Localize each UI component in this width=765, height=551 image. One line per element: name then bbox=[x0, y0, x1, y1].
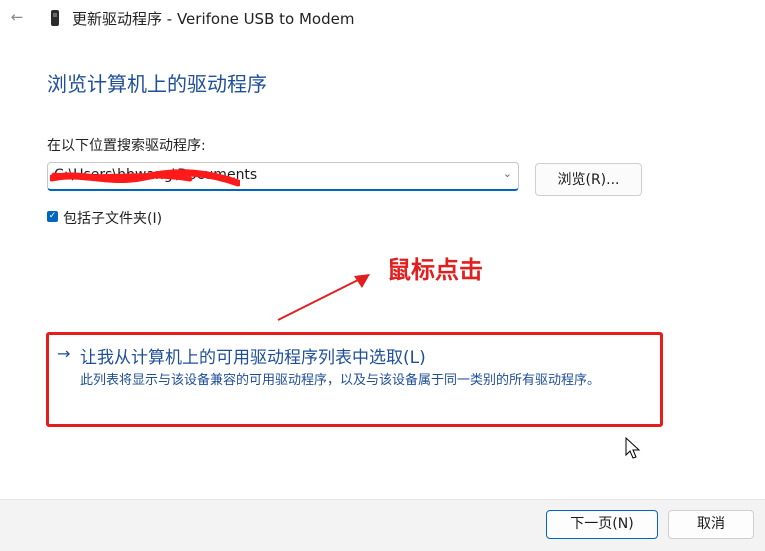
redaction-scribble bbox=[50, 169, 240, 187]
window-title: 更新驱动程序 - Verifone USB to Modem bbox=[72, 10, 355, 28]
pick-from-list-link[interactable]: 让我从计算机上的可用驱动程序列表中选取(L) bbox=[80, 343, 426, 368]
pick-from-list-description: 此列表将显示与该设备兼容的可用驱动程序，以及与该设备属于同一类别的所有驱动程序。 bbox=[80, 373, 601, 388]
search-location-label: 在以下位置搜索驱动程序: bbox=[47, 138, 206, 154]
page-title: 浏览计算机上的驱动程序 bbox=[47, 72, 267, 96]
driver-path-combobox[interactable]: C:\Users\hbwang\Documents ⌄ bbox=[47, 162, 519, 191]
annotation-label: 鼠标点击 bbox=[387, 256, 483, 284]
include-subfolders-label[interactable]: 包括子文件夹(I) bbox=[63, 208, 162, 228]
chevron-down-icon[interactable]: ⌄ bbox=[503, 167, 512, 180]
link-arrow-icon[interactable]: → bbox=[57, 344, 70, 363]
mouse-cursor-icon bbox=[625, 437, 641, 459]
usb-device-icon bbox=[51, 10, 59, 26]
annotation-arrow-icon bbox=[277, 274, 370, 321]
include-subfolders-checkbox[interactable]: ✓ bbox=[47, 211, 58, 222]
back-arrow-icon[interactable]: ← bbox=[6, 6, 28, 28]
next-button[interactable]: 下一页(N) bbox=[546, 510, 658, 539]
cancel-button[interactable]: 取消 bbox=[668, 510, 754, 539]
browse-button[interactable]: 浏览(R)... bbox=[535, 163, 642, 196]
